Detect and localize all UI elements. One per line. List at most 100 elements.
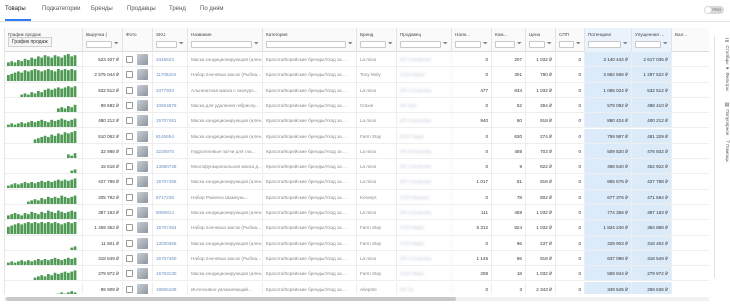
filter-icon[interactable]: ⏷ <box>517 41 523 48</box>
column-header-sku[interactable]: SKU ⏷ <box>153 28 188 52</box>
side-tab-3[interactable]: ? Помощь <box>716 140 730 162</box>
horizontal-scrollbar[interactable] <box>4 297 709 301</box>
cell-sku[interactable]: 13030368 <box>153 235 188 250</box>
row-checkbox[interactable] <box>126 147 133 155</box>
cell-sku[interactable]: 10604878 <box>153 97 188 113</box>
column-header-comments[interactable]: Ком... ⏷ <box>492 28 526 52</box>
column-header-seller[interactable]: Продавец ⏷ <box>397 28 452 52</box>
side-tab-1[interactable]: ⏷ Фильтры <box>716 66 730 91</box>
product-thumbnail[interactable] <box>137 84 148 96</box>
product-thumbnail[interactable] <box>137 207 148 218</box>
cell-sku[interactable]: 13680728 <box>153 159 188 174</box>
row-checkbox[interactable] <box>126 163 133 171</box>
row-checkbox[interactable] <box>126 86 133 94</box>
cell-sku[interactable]: 15707458 <box>153 174 188 189</box>
row-checkbox[interactable] <box>126 71 133 79</box>
table-row[interactable]: 89 682 ₽ 10604878 Маска для удаления гибри… <box>5 97 709 114</box>
column-filter-input[interactable] <box>559 41 574 48</box>
column-filter-input[interactable] <box>588 41 621 48</box>
tab-3[interactable]: Продавцы <box>127 6 156 12</box>
cell-sku[interactable]: 3445523 <box>153 52 188 67</box>
cell-sku[interactable]: 15707461 <box>153 113 188 128</box>
tab-4[interactable]: Тренд <box>169 6 186 12</box>
column-header-potential[interactable]: Потенциал ⏷ <box>585 28 632 52</box>
product-thumbnail[interactable] <box>137 69 148 81</box>
row-checkbox[interactable] <box>126 270 133 278</box>
filter-icon[interactable]: ⏷ <box>663 41 669 48</box>
column-filter-input[interactable] <box>191 41 252 48</box>
column-filter-input[interactable] <box>529 41 545 48</box>
table-row[interactable]: 523 407 ₽ 3445523 Маска кондиционирующая (… <box>5 52 709 68</box>
side-tab-0[interactable]: ☰ Столбцы <box>716 38 730 64</box>
product-thumbnail[interactable] <box>137 268 148 280</box>
tab-1[interactable]: Подкатегории <box>42 6 80 12</box>
product-thumbnail[interactable] <box>137 130 148 142</box>
table-row[interactable]: 205 792 ₽ 8717239 Набор Роменга Шампунь...… <box>5 189 709 205</box>
product-thumbnail[interactable] <box>137 176 148 188</box>
column-filter-input[interactable] <box>400 41 441 48</box>
row-checkbox[interactable] <box>126 209 133 216</box>
product-thumbnail[interactable] <box>137 161 148 173</box>
table-row[interactable]: 32 988 ₽ 3226975 Гидрогелевые патчи для гл… <box>5 143 709 160</box>
column-filter-input[interactable] <box>156 41 177 48</box>
product-thumbnail[interactable] <box>137 145 148 157</box>
table-row[interactable]: 279 972 ₽ 16703130 Маска кондиционирующая … <box>5 266 709 282</box>
product-thumbnail[interactable] <box>137 222 148 234</box>
tab-2[interactable]: Бренды <box>91 6 113 12</box>
column-header-extra[interactable]: Бал... <box>672 28 709 52</box>
column-header-spp[interactable]: СПП ⏷ <box>556 28 585 52</box>
cell-sku[interactable]: 3477933 <box>153 82 188 97</box>
filter-icon[interactable]: ⏷ <box>179 41 185 48</box>
column-filter-input[interactable] <box>455 41 481 48</box>
column-header-stock[interactable]: Нали... ⏷ <box>452 28 492 52</box>
table-row[interactable]: 89 909 ₽ 18855108 Интенсивно увлажняющий..… <box>5 281 709 294</box>
tab-0[interactable]: Товары <box>5 6 26 12</box>
product-thumbnail[interactable] <box>137 99 148 111</box>
cell-sku[interactable]: 3226975 <box>153 143 188 159</box>
row-checkbox[interactable] <box>126 254 133 262</box>
column-filter-input[interactable] <box>635 41 661 48</box>
column-header-brand[interactable]: Бренд ⏷ <box>357 28 397 52</box>
table-row[interactable]: 387 183 ₽ 5080814 Маска кондиционирующая (… <box>5 205 709 221</box>
cell-sku[interactable]: 5080814 <box>153 205 188 220</box>
product-thumbnail[interactable] <box>137 191 148 203</box>
column-filter-input[interactable] <box>266 41 346 48</box>
row-checkbox[interactable] <box>126 56 133 63</box>
filter-icon[interactable]: ⏷ <box>114 41 120 48</box>
cell-sku[interactable]: 11705204 <box>153 67 188 82</box>
table-row[interactable]: 15 618 ₽ 13680728 Многофункциональная маск… <box>5 159 709 175</box>
product-thumbnail[interactable] <box>137 54 148 65</box>
table-row[interactable]: 480 212 ₽ 15707461 Маска кондиционирующая … <box>5 113 709 129</box>
filter-icon[interactable]: ⏷ <box>483 41 489 48</box>
filter-icon[interactable]: ⏷ <box>576 41 582 48</box>
scrollbar-thumb[interactable] <box>6 297 456 301</box>
cell-sku[interactable]: 18855108 <box>153 281 188 294</box>
column-filter-input[interactable] <box>495 41 515 48</box>
cell-sku[interactable]: 15707460 <box>153 250 188 266</box>
row-checkbox[interactable] <box>126 224 133 232</box>
product-thumbnail[interactable] <box>137 115 148 127</box>
filter-icon[interactable]: ⏷ <box>443 41 449 48</box>
column-header-category[interactable]: Категория ⏷ <box>263 28 357 52</box>
filter-icon[interactable]: ⏷ <box>348 41 354 48</box>
row-checkbox[interactable] <box>126 193 133 201</box>
filter-icon[interactable]: ⏷ <box>623 41 629 48</box>
cell-sku[interactable]: 15707464 <box>153 220 188 235</box>
tab-5[interactable]: По дням <box>200 6 224 12</box>
column-header-lost[interactable]: Упущенная ... ⏷ <box>632 28 672 52</box>
column-filter-input[interactable] <box>86 41 112 48</box>
row-checkbox[interactable] <box>126 117 133 125</box>
row-checkbox[interactable] <box>126 178 133 186</box>
product-thumbnail[interactable] <box>137 237 148 249</box>
row-checkbox[interactable] <box>126 285 133 293</box>
filter-icon[interactable]: ⏷ <box>254 41 260 48</box>
column-header-name[interactable]: Название ⏷ <box>188 28 263 52</box>
column-header-revenue[interactable]: Выручка (⏷ <box>83 28 123 52</box>
row-checkbox[interactable] <box>126 132 133 140</box>
cell-sku[interactable]: 8717239 <box>153 189 188 204</box>
side-tab-2[interactable]: ▤ Популярное <box>716 102 730 135</box>
row-checkbox[interactable] <box>126 101 133 109</box>
table-row[interactable]: 427 788 ₽ 15707458 Маска кондиционирующая … <box>5 174 709 190</box>
filter-icon[interactable]: ⏷ <box>388 41 394 48</box>
table-row[interactable]: 2 575 044 ₽ 11705204 Набор пэнчевых масок … <box>5 67 709 83</box>
